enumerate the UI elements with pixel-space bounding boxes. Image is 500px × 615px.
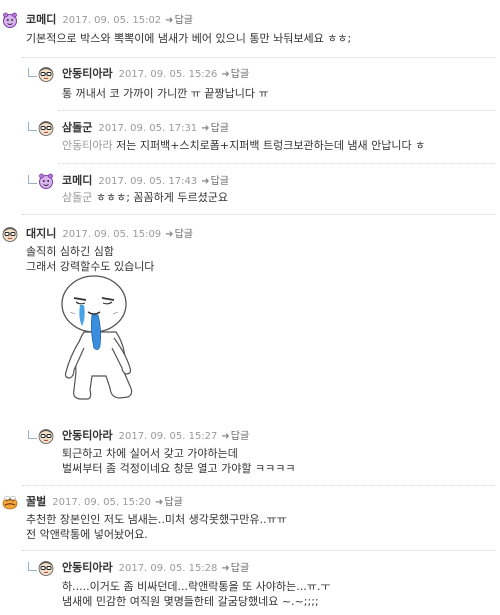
comment-text: 통 꺼내서 코 가까이 가니깐 ㅠ 끝짱납니다 ㅠ — [62, 87, 269, 100]
comment-text: 하.....이거도 좀 비싸던데...락앤락통을 또 사야하는...ㅠ.ㅜ — [62, 580, 331, 593]
mention-link[interactable]: 삼돌군 — [62, 191, 92, 204]
timestamp: 2017. 09. 05. 15:20 — [52, 497, 152, 508]
mention-link[interactable]: 안동티아라 — [62, 139, 113, 152]
glasses-face-icon[interactable] — [38, 120, 54, 136]
reply-indent-icon — [28, 122, 37, 131]
comment-text: 추천한 장본인인 저도 냄새는..미처 생각못했구만유..ㅠㅠ — [26, 513, 287, 526]
divider — [22, 485, 496, 486]
comment-header: 안동티아라 2017. 09. 05. 15:26 ➜답글 — [62, 66, 249, 82]
comment-header: 꿀벌 2017. 09. 05. 15:20 ➜답글 — [26, 494, 183, 510]
comment-header: 안동티아라 2017. 09. 05. 15:27 ➜답글 — [62, 428, 249, 444]
divider — [22, 214, 496, 215]
comment-header: 대지니 2017. 09. 05. 15:09 ➜답글 — [26, 226, 193, 242]
comment-header: 코메디 2017. 09. 05. 17:43 ➜답글 — [62, 173, 229, 189]
glasses-face-icon[interactable] — [38, 560, 54, 576]
comment-text: 벌써부터 좀 걱정이네요 창문 열고 가야할 ㅋㅋㅋㅋ — [62, 462, 296, 475]
comment-text: 안동티아라 저는 지퍼백+스치로폼+지퍼백 트렁크보관하는데 냄새 안납니다 ㅎ — [62, 139, 426, 152]
purple-face-icon[interactable] — [2, 12, 18, 28]
glasses-face-icon[interactable] — [38, 66, 54, 82]
purple-face-icon[interactable] — [38, 173, 54, 189]
timestamp: 2017. 09. 05. 17:31 — [98, 123, 198, 134]
divider — [58, 163, 496, 164]
glasses-face-icon[interactable] — [38, 428, 54, 444]
reply-button[interactable]: ➜답글 — [165, 15, 193, 26]
reply-button[interactable]: ➜답글 — [201, 123, 229, 134]
comment-text: 솔직히 심하긴 심함 — [26, 245, 114, 258]
reply-arrow-icon: ➜ — [221, 563, 230, 574]
nickname[interactable]: 삼돌군 — [62, 121, 92, 134]
divider — [22, 57, 496, 58]
divider — [22, 550, 496, 551]
reply-arrow-icon: ➜ — [201, 176, 210, 187]
crying-character-sticker — [61, 275, 133, 400]
reply-arrow-icon: ➜ — [221, 431, 230, 442]
reply-arrow-icon: ➜ — [165, 229, 174, 240]
nickname[interactable]: 안동티아라 — [62, 67, 113, 80]
reply-button[interactable]: ➜답글 — [165, 229, 193, 240]
nickname[interactable]: 코메디 — [26, 13, 56, 26]
timestamp: 2017. 09. 05. 15:02 — [62, 15, 162, 26]
reply-arrow-icon: ➜ — [155, 497, 164, 508]
timestamp: 2017. 09. 05. 15:09 — [62, 229, 162, 240]
comment-header: 코메디 2017. 09. 05. 15:02 ➜답글 — [26, 12, 193, 28]
glasses-face-icon[interactable] — [2, 226, 18, 242]
comment-text: 전 악앤락통에 넣어놨어요. — [26, 528, 148, 541]
timestamp: 2017. 09. 05. 15:28 — [118, 563, 218, 574]
timestamp: 2017. 09. 05. 17:43 — [98, 176, 198, 187]
reply-indent-icon — [28, 562, 37, 571]
reply-arrow-icon: ➜ — [201, 123, 210, 134]
reply-indent-icon — [28, 430, 37, 439]
reply-button[interactable]: ➜답글 — [155, 497, 183, 508]
comment-text: 기본적으로 박스와 뽁뽁이에 냄새가 베어 있으니 통만 놔둬보세요 ㅎㅎ; — [26, 32, 352, 45]
comment-header: 삼돌군 2017. 09. 05. 17:31 ➜답글 — [62, 120, 229, 136]
divider — [58, 110, 496, 111]
nickname[interactable]: 꿀벌 — [26, 495, 46, 508]
nickname[interactable]: 안동티아라 — [62, 429, 113, 442]
reply-indent-icon — [28, 68, 37, 77]
comment-text: 삼돌군 ㅎㅎㅎ; 꼼꼼하게 두르셨군요 — [62, 191, 229, 204]
comment-text: 퇴근하고 차에 실어서 갖고 가야하는데 — [62, 447, 238, 460]
comment-text: 냄새에 민감한 여직원 몇명들한테 갈굼당했네요 ~.~;;;; — [62, 595, 319, 608]
timestamp: 2017. 09. 05. 15:26 — [118, 69, 218, 80]
timestamp: 2017. 09. 05. 15:27 — [118, 431, 218, 442]
reply-button[interactable]: ➜답글 — [221, 69, 249, 80]
bee-icon[interactable] — [2, 494, 18, 510]
reply-indent-icon — [28, 175, 37, 184]
nickname[interactable]: 대지니 — [26, 227, 56, 240]
reply-arrow-icon: ➜ — [165, 15, 174, 26]
nickname[interactable]: 코메디 — [62, 174, 92, 187]
reply-arrow-icon: ➜ — [221, 69, 230, 80]
reply-button[interactable]: ➜답글 — [221, 431, 249, 442]
reply-button[interactable]: ➜답글 — [201, 176, 229, 187]
reply-button[interactable]: ➜답글 — [221, 563, 249, 574]
comment-header: 안동티아라 2017. 09. 05. 15:28 ➜답글 — [62, 560, 249, 576]
nickname[interactable]: 안동티아라 — [62, 561, 113, 574]
